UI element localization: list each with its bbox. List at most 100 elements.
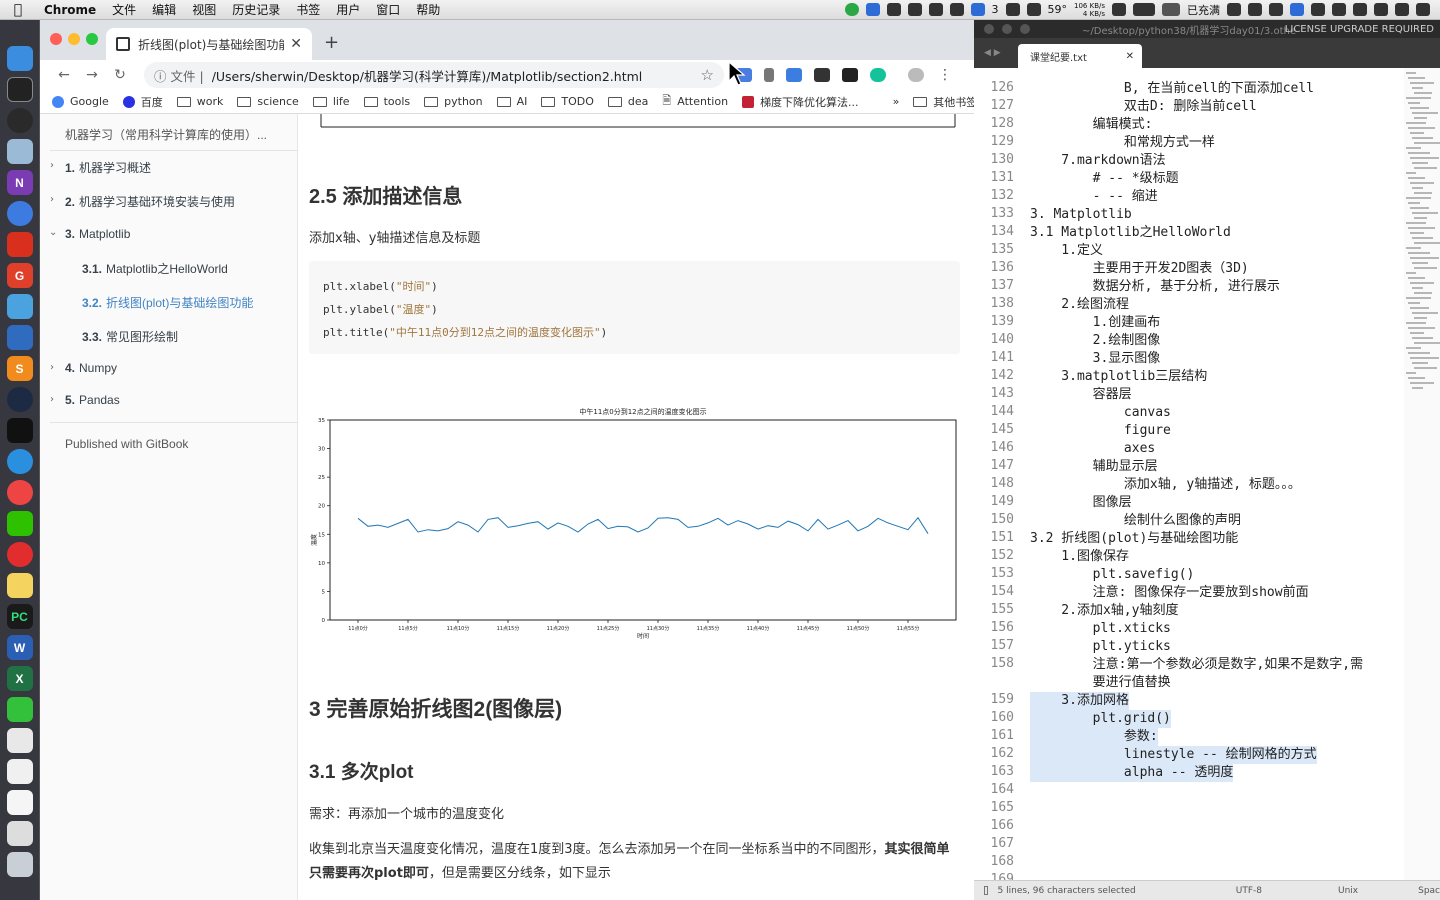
file-icon[interactable] <box>6 759 33 784</box>
extension-grammarly-icon[interactable] <box>870 68 886 82</box>
menu-window[interactable]: 窗口 <box>368 1 408 18</box>
code-icon[interactable] <box>1311 3 1325 16</box>
grid-icon[interactable] <box>1005 3 1020 16</box>
extension-bookmark-icon[interactable] <box>764 68 774 82</box>
volume-icon[interactable] <box>1353 3 1367 16</box>
forward-icon[interactable]: → <box>78 67 106 83</box>
reload-icon[interactable]: ↻ <box>106 67 134 83</box>
app-icon[interactable] <box>907 3 922 16</box>
bookmark-folder-work[interactable]: work <box>176 95 223 108</box>
netease-music-icon[interactable] <box>6 542 33 567</box>
toc-item-3-1[interactable]: 3.1. Matplotlib之HelloWorld <box>82 260 228 277</box>
document-icon[interactable] <box>6 728 33 753</box>
minimize-window-button[interactable] <box>1002 24 1012 34</box>
other-bookmarks[interactable]: 其他书签 <box>913 94 977 110</box>
memory-icon[interactable] <box>1112 3 1126 16</box>
bluetooth-icon[interactable] <box>1332 3 1346 16</box>
chrome-icon[interactable] <box>6 480 33 505</box>
bookmark-folder-todo[interactable]: TODO <box>541 95 594 108</box>
screenshot-icon[interactable] <box>6 821 33 846</box>
status-panel-icon[interactable] <box>984 886 988 895</box>
activity-icon[interactable] <box>6 418 33 443</box>
close-window-button[interactable] <box>984 24 994 34</box>
bookmark-star-icon[interactable]: ☆ <box>701 66 714 84</box>
excel-icon[interactable]: X <box>6 666 33 691</box>
screen-record-icon[interactable] <box>865 3 880 16</box>
chevron-right-icon[interactable]: › <box>50 194 54 205</box>
tab-nav-arrows-icon[interactable]: ◀ ▶ <box>984 48 1001 58</box>
battery-icon[interactable] <box>1162 3 1180 16</box>
profile-avatar-icon[interactable] <box>908 68 924 82</box>
book-title[interactable]: 机器学习（常用科学计算库的使用）... <box>65 126 267 143</box>
preview-icon[interactable] <box>6 139 33 164</box>
trash-icon[interactable] <box>6 852 33 877</box>
tab-active[interactable]: 折线图(plot)与基础绘图功能 | 机 ✕ <box>106 28 312 60</box>
menu-history[interactable]: 历史记录 <box>224 1 288 18</box>
close-tab-icon[interactable]: ✕ <box>290 36 302 52</box>
toc-item-4[interactable]: 4. Numpy <box>65 361 117 375</box>
pen-app-icon[interactable] <box>6 294 33 319</box>
menu-kebab-icon[interactable]: ⋮ <box>938 67 952 83</box>
bookmark-folder-tools[interactable]: tools <box>363 95 410 108</box>
file2-icon[interactable] <box>6 790 33 815</box>
menu-bookmarks[interactable]: 书签 <box>288 1 328 18</box>
chevron-right-icon[interactable]: › <box>50 394 54 405</box>
bookmark-baidu[interactable]: 百度 <box>122 94 163 110</box>
tray-app-icon[interactable] <box>1248 3 1262 16</box>
menu-edit[interactable]: 编辑 <box>144 1 184 18</box>
red-app-icon[interactable] <box>6 232 33 257</box>
bookmarks-overflow-button[interactable]: » <box>893 95 900 108</box>
menu-view[interactable]: 视图 <box>184 1 224 18</box>
chevron-down-icon[interactable]: ⌄ <box>49 227 57 238</box>
window-icon[interactable] <box>949 3 964 16</box>
line-ending-status[interactable]: Unix <box>1338 886 1358 896</box>
toc-item-3-3[interactable]: 3.3. 常见图形绘制 <box>82 328 178 345</box>
toc-item-2[interactable]: 2. 机器学习基础环境安装与使用 <box>65 193 235 210</box>
zoom-window-button[interactable] <box>86 33 98 45</box>
wechat-tray-icon[interactable] <box>1227 3 1241 16</box>
clock-icon[interactable] <box>928 3 943 16</box>
status-green-icon[interactable] <box>844 3 859 16</box>
wechat-icon[interactable] <box>6 511 33 536</box>
new-tab-button[interactable]: + <box>324 32 339 53</box>
close-tab-icon[interactable]: ✕ <box>1126 51 1134 62</box>
onenote-icon[interactable]: N <box>6 170 33 195</box>
safari-icon[interactable] <box>6 449 33 474</box>
quicktime-icon[interactable] <box>6 387 33 412</box>
search-icon[interactable] <box>1269 3 1283 16</box>
bookmark-folder-science[interactable]: science <box>237 95 299 108</box>
bookmark-google[interactable]: Google <box>52 95 109 108</box>
obs-icon[interactable] <box>6 108 33 133</box>
bookmark-folder-python[interactable]: python <box>424 95 483 108</box>
address-url[interactable]: /Users/sherwin/Desktop/机器学习(科学计算库)/Matpl… <box>212 66 701 85</box>
sublime-icon[interactable]: S <box>6 356 33 381</box>
toc-item-1[interactable]: 1. 机器学习概述 <box>65 159 151 176</box>
info-icon[interactable]: ⓘ 文件 | <box>154 66 204 85</box>
minimap[interactable] <box>1404 68 1440 886</box>
finder-icon[interactable] <box>6 46 33 71</box>
menu-people[interactable]: 用户 <box>328 1 368 18</box>
cloud-icon[interactable] <box>886 3 901 16</box>
bookmark-gradient-descent[interactable]: 梯度下降优化算法... <box>742 94 859 110</box>
menu-file[interactable]: 文件 <box>104 1 144 18</box>
minimize-window-button[interactable] <box>68 33 80 45</box>
notification-icon[interactable] <box>970 3 985 16</box>
browser-tray-icon[interactable] <box>1290 3 1304 16</box>
toggle-icon[interactable] <box>1395 3 1409 16</box>
browser-blue-icon[interactable] <box>6 201 33 226</box>
weather-icon[interactable] <box>1026 3 1041 16</box>
bookmark-folder-ai[interactable]: AI <box>496 95 527 108</box>
back-icon[interactable]: ← <box>50 67 78 83</box>
menu-help[interactable]: 帮助 <box>408 1 448 18</box>
toc-item-3[interactable]: 3. Matplotlib <box>65 227 130 241</box>
text-editor[interactable]: B, 在当前cell的下面添加cell 双击D: 删除当前cell 编辑模式: … <box>1026 68 1400 886</box>
encoding-status[interactable]: UTF-8 <box>1236 886 1262 896</box>
indentation-status[interactable]: Spac <box>1418 886 1440 896</box>
extension-x-icon[interactable] <box>814 68 830 82</box>
chevron-right-icon[interactable]: › <box>50 160 54 171</box>
terminal-icon[interactable] <box>6 77 33 102</box>
extension-jh-icon[interactable] <box>786 68 802 82</box>
published-with-gitbook-link[interactable]: Published with GitBook <box>65 437 188 451</box>
bookmark-folder-dea[interactable]: dea <box>607 95 648 108</box>
address-bar[interactable]: ⓘ 文件 | /Users/sherwin/Desktop/机器学习(科学计算库… <box>144 62 724 88</box>
